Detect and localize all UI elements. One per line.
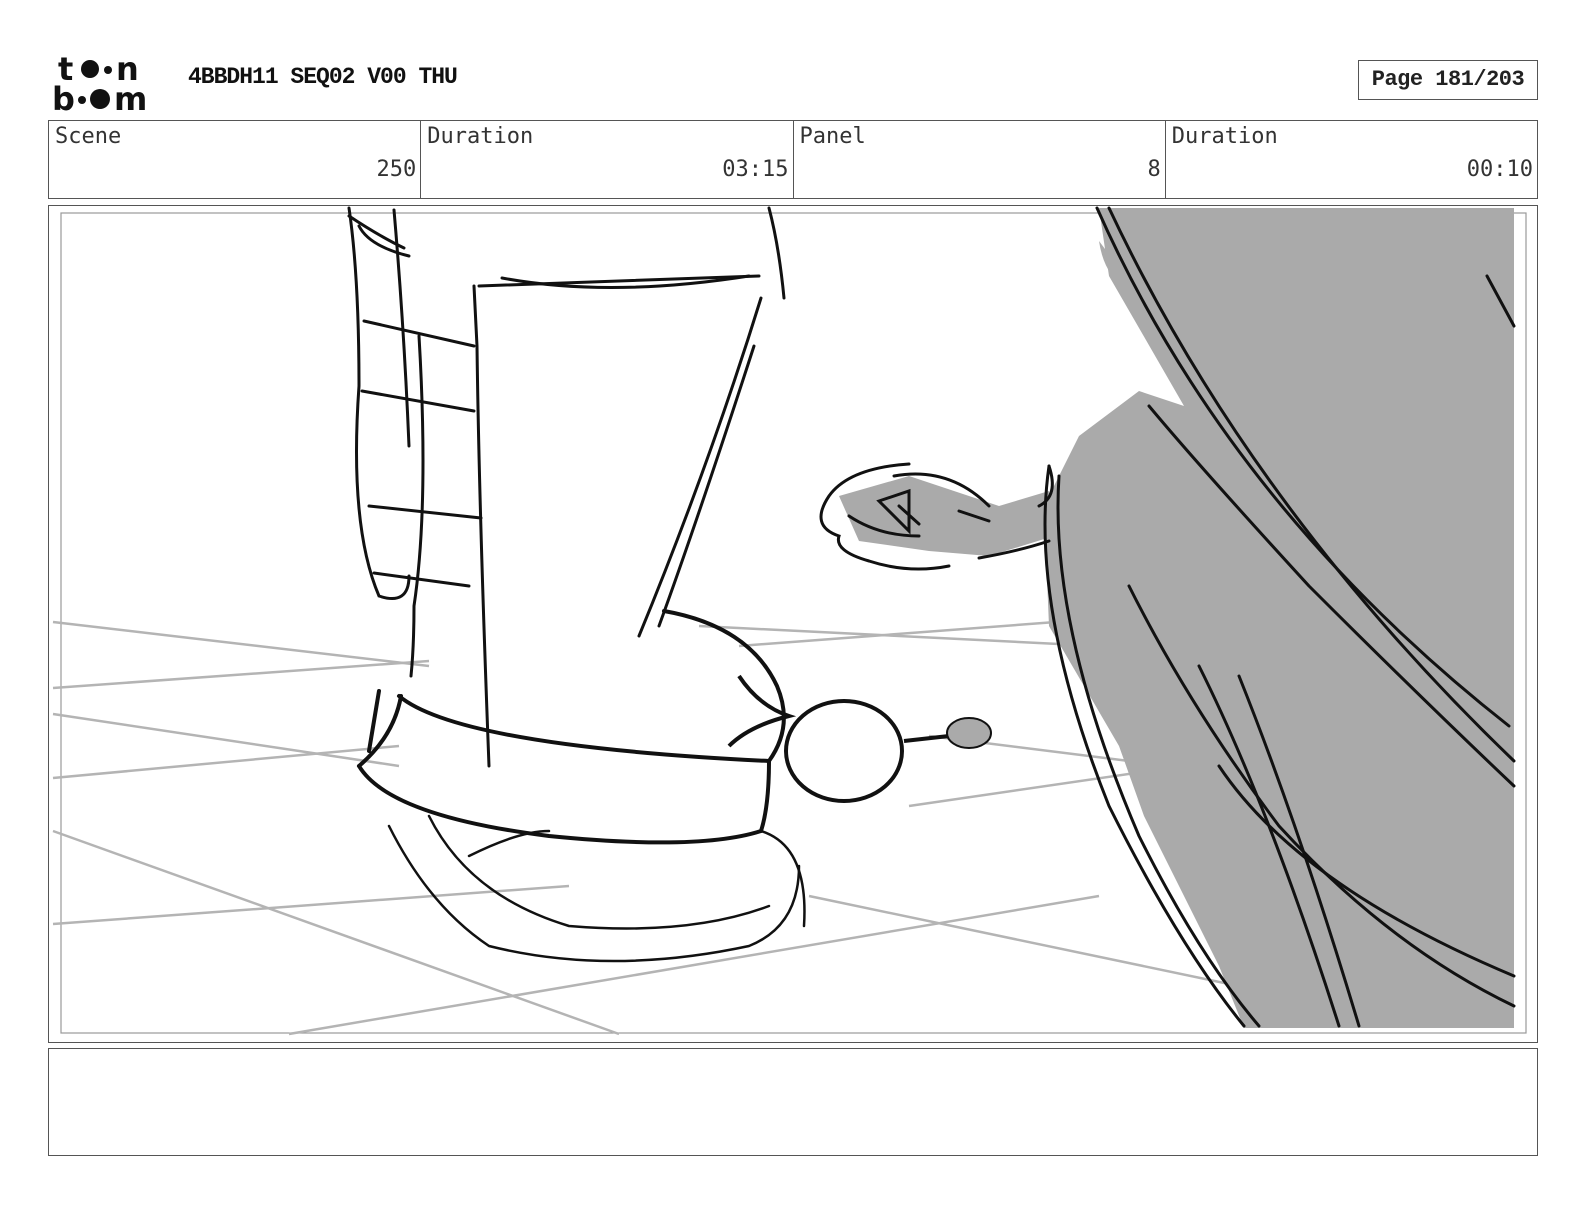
svg-text:b: b: [52, 80, 75, 114]
ankle-strap: [357, 609, 786, 845]
panel-duration-value: 00:10: [1466, 157, 1533, 182]
panel-duration-label: Duration: [1171, 124, 1278, 149]
scene-label: Scene: [55, 124, 122, 149]
pull-knob: [946, 717, 992, 749]
ring-pull: [727, 674, 950, 803]
svg-text:m: m: [114, 80, 147, 114]
scene-cell: Scene 250: [49, 121, 422, 198]
page-number: Page 181/203: [1358, 60, 1538, 100]
panel-value: 8: [1147, 157, 1161, 182]
panel-sketch: [52, 206, 1527, 1036]
storyboard-title: 4BBDH11 SEQ02 V00 THU: [188, 64, 458, 90]
panel-cell: Panel 8: [794, 121, 1166, 198]
scene-duration-label: Duration: [427, 124, 534, 149]
panel-notes: [48, 1048, 1538, 1156]
scene-value: 250: [376, 157, 417, 182]
scene-info-table: Scene 250 Duration 03:15 Panel 8 Duratio…: [48, 120, 1538, 199]
panel-duration-cell: Duration 00:10: [1166, 121, 1537, 198]
scene-duration-value: 03:15: [722, 157, 789, 182]
leg-sketch: [347, 206, 786, 768]
scene-duration-cell: Duration 03:15: [421, 121, 794, 198]
panel-label: Panel: [799, 124, 866, 149]
storyboard-panel: [48, 205, 1538, 1043]
toon-boom-logo: t n b m: [52, 50, 147, 114]
